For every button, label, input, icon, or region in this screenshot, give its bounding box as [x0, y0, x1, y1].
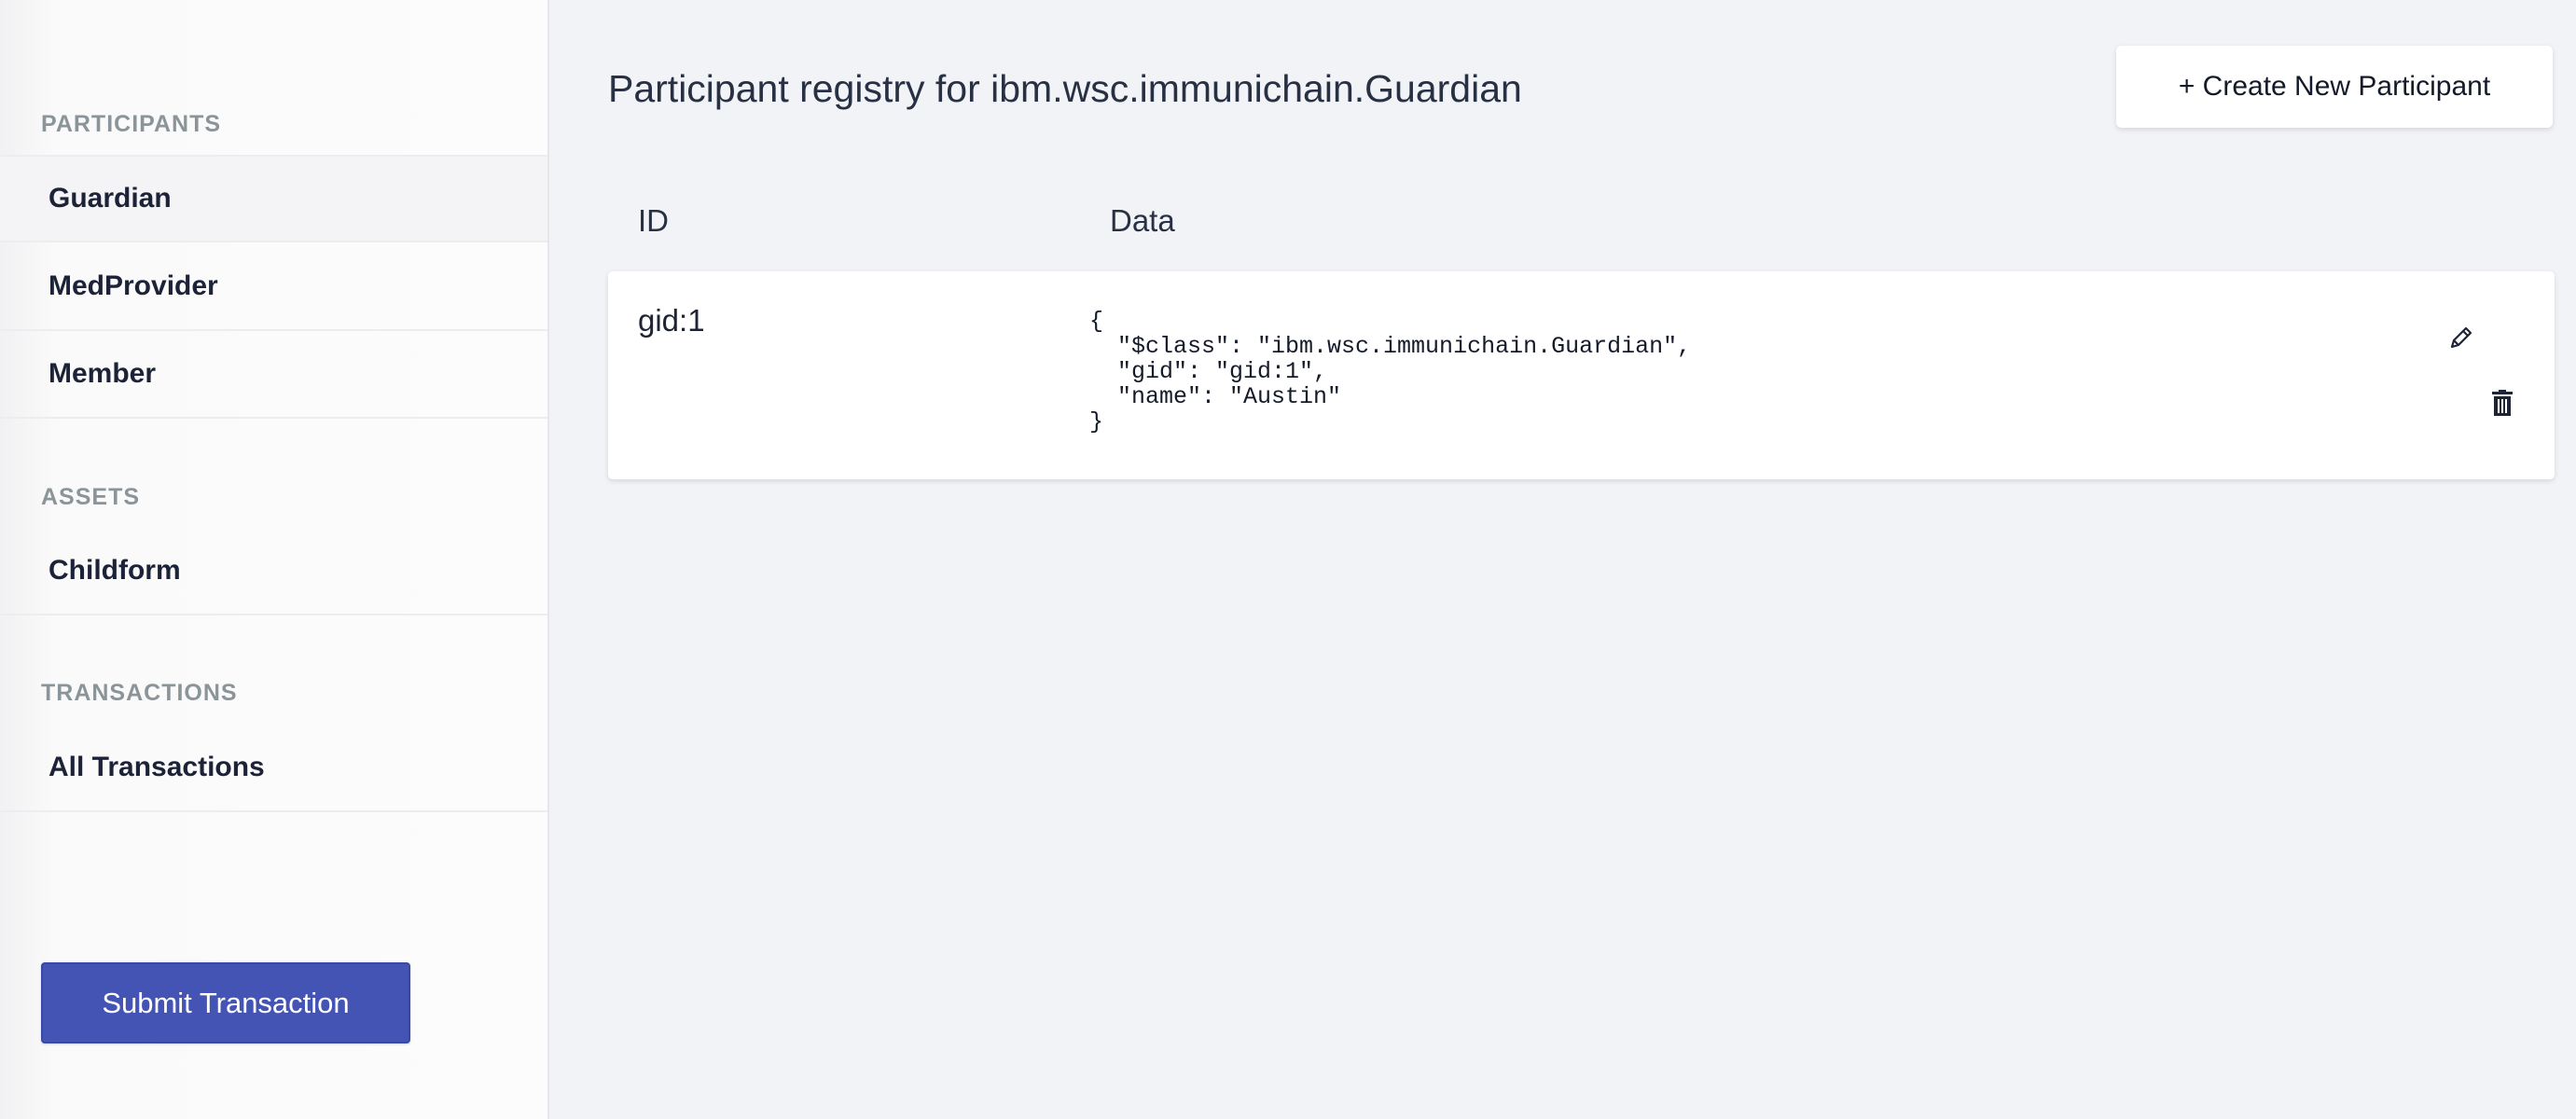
sidebar-item-label: Member: [48, 358, 157, 389]
sidebar-item-label: Guardian: [48, 183, 172, 214]
sidebar-item-all-transactions[interactable]: All Transactions: [0, 725, 547, 812]
sidebar-item-guardian[interactable]: Guardian: [0, 155, 547, 242]
page-title: Participant registry for ibm.wsc.immunic…: [608, 67, 1522, 110]
column-header-data: Data: [1110, 203, 1175, 238]
trash-icon: [2490, 389, 2514, 422]
sidebar-item-label: Childform: [48, 555, 181, 586]
sidebar-item-label: All Transactions: [48, 752, 265, 782]
delete-button[interactable]: [2484, 387, 2521, 424]
sidebar: PARTICIPANTS Guardian MedProvider Member…: [0, 0, 549, 1119]
section-title-participants: PARTICIPANTS: [41, 111, 222, 137]
section-title-transactions: TRANSACTIONS: [41, 680, 238, 706]
column-header-id: ID: [638, 203, 669, 238]
create-new-participant-button[interactable]: + Create New Participant: [2116, 46, 2553, 128]
section-title-assets: ASSETS: [41, 484, 141, 510]
sidebar-item-member[interactable]: Member: [0, 331, 547, 419]
pencil-icon: [2446, 323, 2476, 357]
sidebar-item-medprovider[interactable]: MedProvider: [0, 243, 547, 331]
submit-transaction-button[interactable]: Submit Transaction: [41, 962, 410, 1043]
edit-button[interactable]: [2443, 321, 2480, 358]
row-data-json: { "$class": "ibm.wsc.immunichain.Guardia…: [1089, 308, 1692, 435]
row-id: gid:1: [638, 303, 705, 338]
table-row: gid:1 { "$class": "ibm.wsc.immunichain.G…: [608, 271, 2555, 479]
sidebar-item-childform[interactable]: Childform: [0, 528, 547, 615]
sidebar-item-label: MedProvider: [48, 270, 218, 301]
app-window: PARTICIPANTS Guardian MedProvider Member…: [0, 0, 2576, 1119]
